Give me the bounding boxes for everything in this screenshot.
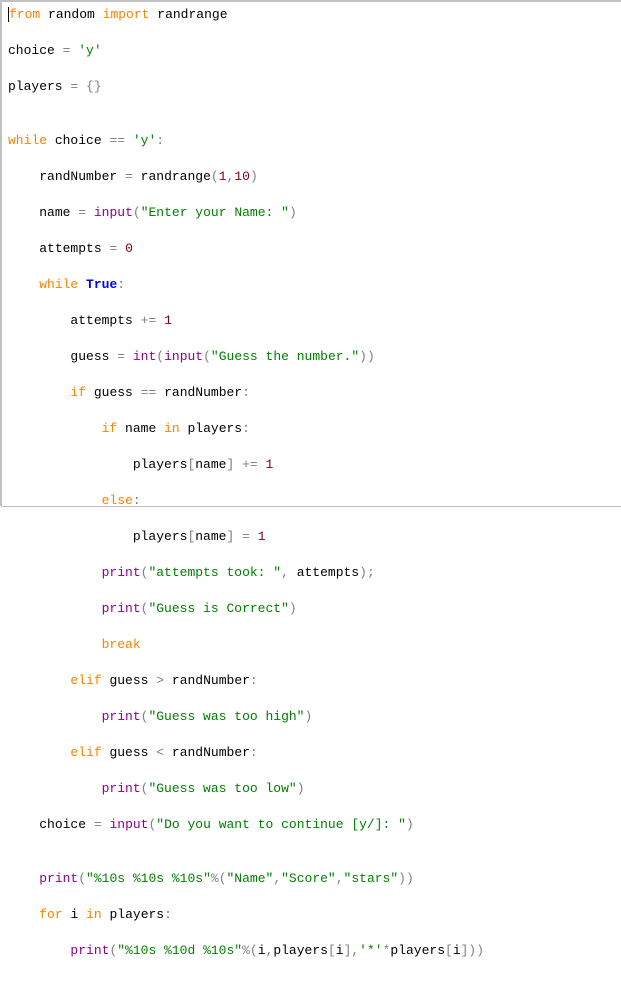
code-line-13: if name in players: <box>8 420 615 438</box>
code-line-14: players[name] += 1 <box>8 456 615 474</box>
code-line-9: while True: <box>8 276 615 294</box>
code-line-7: name = input("Enter your Name: ") <box>8 204 615 222</box>
code-line-10: attempts += 1 <box>8 312 615 330</box>
code-line-18: print("Guess is Correct") <box>8 600 615 618</box>
code-line-23: print("Guess was too low") <box>8 780 615 798</box>
code-line-27: for i in players: <box>8 906 615 924</box>
code-line-12: if guess == randNumber: <box>8 384 615 402</box>
code-line-3: players = {} <box>8 78 615 96</box>
code-line-5: while choice == 'y': <box>8 132 615 150</box>
code-line-21: print("Guess was too high") <box>8 708 615 726</box>
code-line-15: else: <box>8 492 615 510</box>
code-editor: from random import randrange choice = 'y… <box>2 2 621 982</box>
code-line-6: randNumber = randrange(1,10) <box>8 168 615 186</box>
code-line-16: players[name] = 1 <box>8 528 615 546</box>
code-line-11: guess = int(input("Guess the number.")) <box>8 348 615 366</box>
code-line-17: print("attempts took: ", attempts); <box>8 564 615 582</box>
code-line-20: elif guess > randNumber: <box>8 672 615 690</box>
code-line-28: print("%10s %10d %10s"%(i,players[i],'*'… <box>8 942 615 960</box>
code-line-2: choice = 'y' <box>8 42 615 60</box>
code-line-26: print("%10s %10s %10s"%("Name","Score","… <box>8 870 615 888</box>
code-line-8: attempts = 0 <box>8 240 615 258</box>
code-line-1: from random import randrange <box>8 6 615 24</box>
code-line-24: choice = input("Do you want to continue … <box>8 816 615 834</box>
code-line-22: elif guess < randNumber: <box>8 744 615 762</box>
code-line-19: break <box>8 636 615 654</box>
